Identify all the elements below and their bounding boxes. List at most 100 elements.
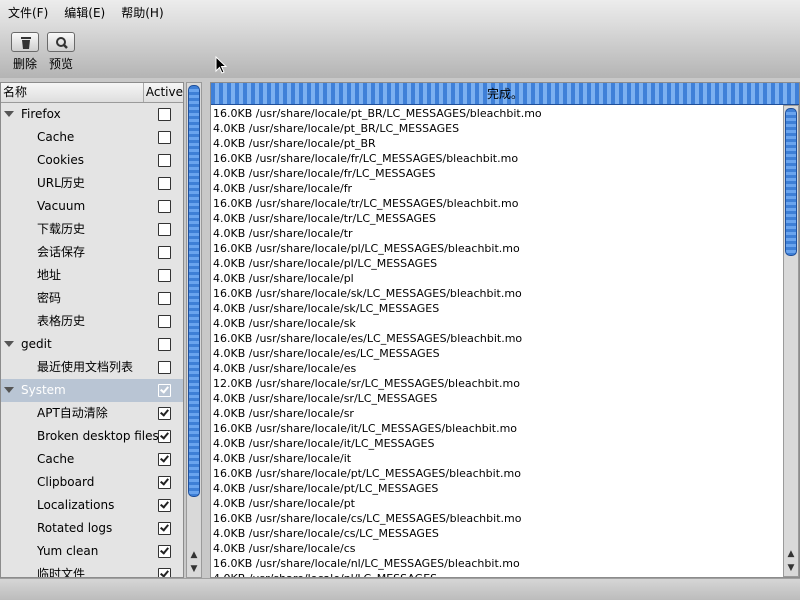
tree-scroll-up-arrow[interactable]: ▲ — [187, 549, 201, 561]
tree-item-row[interactable]: Cookies — [1, 149, 183, 172]
log-line: 16.0KB /usr/share/locale/it/LC_MESSAGES/… — [213, 422, 518, 435]
tree-item-row[interactable]: 密码 — [1, 287, 183, 310]
active-checkbox[interactable] — [158, 407, 171, 420]
log-line: 4.0KB /usr/share/locale/pt_BR/LC_MESSAGE… — [213, 122, 460, 135]
toolbar: 删除 预览 — [0, 24, 800, 78]
tree-item-row[interactable]: APT自动清除 — [1, 402, 183, 425]
active-checkbox[interactable] — [158, 315, 171, 328]
expander-triangle-icon[interactable] — [4, 333, 14, 356]
tree-scroll-down-arrow[interactable]: ▼ — [187, 563, 201, 575]
log-line: 4.0KB /usr/share/locale/cs/LC_MESSAGES — [213, 527, 439, 540]
menu-file[interactable]: 文件(F) — [0, 4, 56, 21]
log-line: 4.0KB /usr/share/locale/fr/LC_MESSAGES — [213, 167, 436, 180]
log-line: 16.0KB /usr/share/locale/pl/LC_MESSAGES/… — [213, 242, 520, 255]
cleaner-tree[interactable]: 名称 Active Firefox Cache Cookies URL历史 Vacuum… — [0, 82, 184, 578]
log-line: 4.0KB /usr/share/locale/fr — [213, 182, 353, 195]
log-line: 16.0KB /usr/share/locale/tr/LC_MESSAGES/… — [213, 197, 519, 210]
active-checkbox[interactable] — [158, 361, 171, 374]
log-line: 4.0KB /usr/share/locale/sk/LC_MESSAGES — [213, 302, 440, 315]
column-name-header[interactable]: 名称 — [1, 83, 144, 102]
tree-group-row[interactable]: System — [1, 379, 183, 402]
checkmark-icon — [160, 522, 169, 532]
log-scrollbar[interactable]: ▲ ▼ — [783, 105, 799, 577]
tree-row-label: APT自动清除 — [37, 406, 108, 420]
log-text: 16.0KB /usr/share/locale/pt_BR/LC_MESSAG… — [213, 106, 781, 577]
tree-item-row[interactable]: 地址 — [1, 264, 183, 287]
tree-body: Firefox Cache Cookies URL历史 Vacuum 下载历史 会话保存 地址… — [1, 103, 183, 577]
tree-item-row[interactable]: Vacuum — [1, 195, 183, 218]
active-checkbox[interactable] — [158, 476, 171, 489]
tree-header: 名称 Active — [1, 83, 183, 103]
active-checkbox[interactable] — [158, 522, 171, 535]
tree-scroll-thumb[interactable] — [188, 85, 200, 497]
delete-button[interactable]: 删除 — [5, 32, 45, 72]
tree-row-label: 密码 — [37, 291, 62, 305]
active-checkbox[interactable] — [158, 338, 171, 351]
log-scroll-up-arrow[interactable]: ▲ — [784, 548, 798, 560]
menu-edit[interactable]: 编辑(E) — [56, 4, 113, 21]
tree-row-label: Vacuum — [37, 199, 86, 213]
log-line: 16.0KB /usr/share/locale/fr/LC_MESSAGES/… — [213, 152, 519, 165]
log-line: 4.0KB /usr/share/locale/cs — [213, 542, 356, 555]
column-active-header[interactable]: Active — [144, 83, 183, 102]
log-line: 4.0KB /usr/share/locale/sr — [213, 407, 354, 420]
menu-bar: 文件(F) 编辑(E) 帮助(H) — [0, 0, 800, 24]
tree-item-row[interactable]: 最近使用文档列表 — [1, 356, 183, 379]
active-checkbox[interactable] — [158, 453, 171, 466]
delete-label: 删除 — [12, 57, 37, 71]
expander-triangle-icon[interactable] — [4, 103, 14, 126]
tree-item-row[interactable]: Cache — [1, 448, 183, 471]
log-line: 4.0KB /usr/share/locale/it — [213, 452, 352, 465]
active-checkbox[interactable] — [158, 154, 171, 167]
log-scroll-thumb[interactable] — [785, 108, 797, 256]
tree-group-row[interactable]: Firefox — [1, 103, 183, 126]
tree-item-row[interactable]: 表格历史 — [1, 310, 183, 333]
tree-row-label: 表格历史 — [37, 314, 86, 328]
tree-item-row[interactable]: 临时文件 — [1, 563, 183, 577]
tree-item-row[interactable]: 会话保存 — [1, 241, 183, 264]
log-line: 4.0KB /usr/share/locale/tr — [213, 227, 353, 240]
active-checkbox[interactable] — [158, 568, 171, 577]
tree-row-label: Rotated logs — [37, 521, 113, 535]
tree-row-label: Cookies — [37, 153, 84, 167]
active-checkbox[interactable] — [158, 292, 171, 305]
tree-row-label: 最近使用文档列表 — [37, 360, 134, 374]
log-line: 4.0KB /usr/share/locale/es/LC_MESSAGES — [213, 347, 440, 360]
menu-help[interactable]: 帮助(H) — [113, 4, 171, 21]
preview-button[interactable]: 预览 — [41, 32, 81, 72]
tree-row-label: 地址 — [37, 268, 62, 282]
log-line: 4.0KB /usr/share/locale/pl — [213, 272, 354, 285]
active-checkbox[interactable] — [158, 177, 171, 190]
tree-item-row[interactable]: Yum clean — [1, 540, 183, 563]
active-checkbox[interactable] — [158, 131, 171, 144]
active-checkbox[interactable] — [158, 384, 171, 397]
tree-item-row[interactable]: Localizations — [1, 494, 183, 517]
checkmark-icon — [160, 499, 169, 509]
tree-item-row[interactable]: Cache — [1, 126, 183, 149]
tree-scrollbar[interactable]: ▲ ▼ — [186, 82, 202, 578]
progress-bar: 完成。 — [211, 83, 799, 105]
tree-row-label: 下载历史 — [37, 222, 86, 236]
active-checkbox[interactable] — [158, 223, 171, 236]
active-checkbox[interactable] — [158, 246, 171, 259]
checkmark-icon — [160, 407, 169, 417]
tree-item-row[interactable]: Broken desktop files — [1, 425, 183, 448]
log-line: 16.0KB /usr/share/locale/pt_BR/LC_MESSAG… — [213, 107, 542, 120]
log-line: 16.0KB /usr/share/locale/es/LC_MESSAGES/… — [213, 332, 523, 345]
tree-group-row[interactable]: gedit — [1, 333, 183, 356]
active-checkbox[interactable] — [158, 545, 171, 558]
log-pane[interactable]: 完成。 16.0KB /usr/share/locale/pt_BR/LC_ME… — [210, 82, 800, 578]
log-line: 4.0KB /usr/share/locale/tr/LC_MESSAGES — [213, 212, 436, 225]
active-checkbox[interactable] — [158, 430, 171, 443]
active-checkbox[interactable] — [158, 499, 171, 512]
tree-item-row[interactable]: 下载历史 — [1, 218, 183, 241]
active-checkbox[interactable] — [158, 269, 171, 282]
tree-item-row[interactable]: Clipboard — [1, 471, 183, 494]
tree-row-label: gedit — [21, 337, 52, 351]
tree-item-row[interactable]: Rotated logs — [1, 517, 183, 540]
expander-triangle-icon[interactable] — [4, 379, 14, 402]
tree-item-row[interactable]: URL历史 — [1, 172, 183, 195]
active-checkbox[interactable] — [158, 200, 171, 213]
log-scroll-down-arrow[interactable]: ▼ — [784, 562, 798, 574]
active-checkbox[interactable] — [158, 108, 171, 121]
